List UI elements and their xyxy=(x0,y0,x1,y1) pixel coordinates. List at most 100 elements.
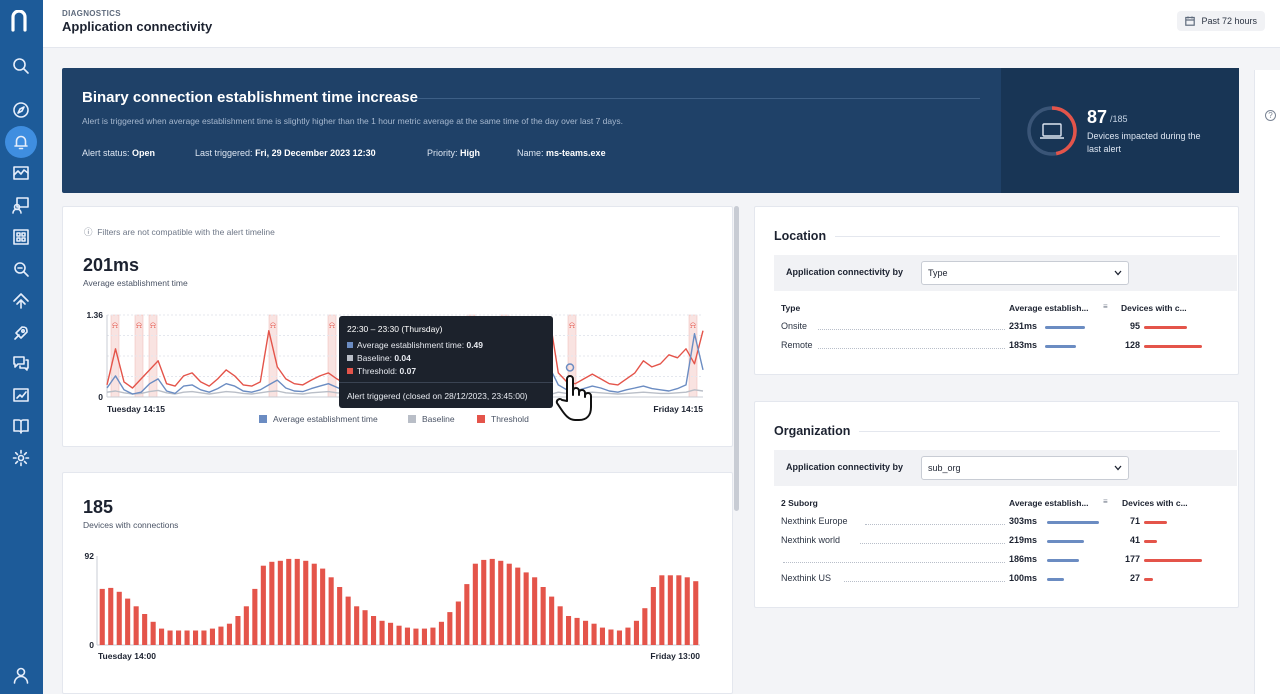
bar xyxy=(235,616,241,645)
column-avg-establishment[interactable]: Average establish... xyxy=(1009,303,1089,313)
bar xyxy=(583,620,589,645)
people-chart-icon[interactable] xyxy=(9,193,33,217)
alert-banner: Binary connection establishment time inc… xyxy=(62,68,1239,193)
remote-actions-icon[interactable] xyxy=(9,289,33,313)
dashboard-chart-icon[interactable] xyxy=(9,161,33,185)
avg-bar xyxy=(1047,578,1064,581)
devices-bar xyxy=(1144,345,1202,348)
row-devices-value: 71 xyxy=(1129,516,1140,526)
bar xyxy=(574,617,580,645)
bar xyxy=(320,568,326,645)
alert-bell-icon: ⍾ xyxy=(150,320,156,330)
tooltip-footer: Alert triggered (closed on 28/12/2023, 2… xyxy=(347,391,528,401)
devices-bar-chart[interactable]: 92 0 Tuesday 14:00 Friday 13:00 xyxy=(63,473,734,694)
row-name: Onsite xyxy=(781,321,808,331)
location-connectivity-by: Application connectivity by Type xyxy=(774,255,1237,291)
sort-icon[interactable]: ≡ xyxy=(1103,302,1108,311)
avg-bar xyxy=(1045,345,1076,348)
reports-icon[interactable] xyxy=(9,383,33,407)
bar xyxy=(226,623,232,645)
bar xyxy=(633,620,639,645)
applications-grid-icon[interactable] xyxy=(9,225,33,249)
column-type[interactable]: Type xyxy=(781,303,800,313)
alert-title: Binary connection establishment time inc… xyxy=(82,89,418,106)
bar xyxy=(269,561,275,645)
legend-baseline[interactable]: Baseline xyxy=(408,414,455,424)
column-devices[interactable]: Devices with c... xyxy=(1122,498,1188,508)
bar xyxy=(294,558,300,645)
legend-average[interactable]: Average establishment time xyxy=(259,414,378,424)
location-type-select[interactable]: Type xyxy=(921,261,1129,285)
timeframe-button[interactable]: Past 72 hours xyxy=(1177,11,1265,31)
row-name: Nexthink world xyxy=(781,535,841,545)
column-avg-establishment[interactable]: Average establish... xyxy=(1009,498,1089,508)
compass-icon[interactable] xyxy=(9,98,33,122)
bar xyxy=(523,572,529,645)
alert-bell-icon: ⍾ xyxy=(112,320,118,330)
sort-icon[interactable]: ≡ xyxy=(1103,497,1108,506)
bar xyxy=(260,565,266,645)
scrollbar[interactable] xyxy=(734,206,739,511)
bar xyxy=(150,621,156,645)
bar xyxy=(184,630,190,645)
library-book-icon[interactable] xyxy=(9,414,33,438)
settings-gear-icon[interactable] xyxy=(9,446,33,470)
row-dotted-leader xyxy=(818,348,1005,349)
bar xyxy=(413,628,419,645)
bar xyxy=(243,606,249,645)
devices-card: 185 Devices with connections 92 0 Tuesday … xyxy=(62,472,733,694)
bar xyxy=(396,625,402,645)
devices-bar xyxy=(1144,559,1202,562)
bar xyxy=(693,581,699,645)
legend-threshold[interactable]: Threshold xyxy=(477,414,529,424)
devices-bar xyxy=(1144,578,1153,581)
bar xyxy=(625,627,631,645)
location-connectivity-label: Application connectivity by xyxy=(786,267,904,277)
impacted-count: 87 xyxy=(1087,107,1108,127)
avg-bar xyxy=(1047,559,1079,562)
bar xyxy=(362,610,368,645)
row-devices-value: 27 xyxy=(1129,573,1140,583)
row-avg-value: 303ms xyxy=(1009,516,1038,526)
chart-tooltip: 22:30 – 23:30 (Thursday) Average establi… xyxy=(339,316,553,408)
tooltip-divider xyxy=(339,382,553,383)
bar xyxy=(345,596,351,645)
row-dotted-leader xyxy=(818,329,1005,330)
bar xyxy=(133,606,139,645)
rocket-icon[interactable] xyxy=(9,321,33,345)
help-icon[interactable]: ? xyxy=(1265,110,1276,121)
bar xyxy=(650,587,656,645)
devices-bar xyxy=(1144,521,1167,524)
x-end-label: Friday 14:15 xyxy=(653,404,703,414)
alert-last-triggered: Last triggered: Fri, 29 December 2023 12… xyxy=(195,148,376,158)
bar xyxy=(404,627,410,645)
bar xyxy=(684,577,690,645)
column-devices[interactable]: Devices with c... xyxy=(1121,303,1187,313)
bar xyxy=(252,588,258,645)
row-dotted-leader xyxy=(783,562,1005,563)
breadcrumb[interactable]: DIAGNOSTICS xyxy=(62,9,121,18)
row-avg-value: 186ms xyxy=(1009,554,1038,564)
location-panel: Location Application connectivity by Typ… xyxy=(754,206,1239,375)
y-max-label: 92 xyxy=(85,551,95,561)
row-devices-value: 128 xyxy=(1124,340,1140,350)
alert-bell-icon: ⍾ xyxy=(329,320,335,330)
avg-bar xyxy=(1047,540,1084,543)
device-search-icon[interactable] xyxy=(9,257,33,281)
campaigns-chat-icon[interactable] xyxy=(9,351,33,375)
alert-bell-icon: ⍾ xyxy=(136,320,142,330)
alert-name: Name: ms-teams.exe xyxy=(517,148,606,158)
nexthink-logo[interactable] xyxy=(10,10,32,32)
bar xyxy=(337,587,343,645)
organization-suborg-select[interactable]: sub_org xyxy=(921,456,1129,480)
bar xyxy=(286,558,292,645)
user-profile-icon[interactable] xyxy=(9,663,33,687)
search-icon[interactable] xyxy=(9,54,33,78)
tooltip-threshold: Threshold: 0.07 xyxy=(347,366,416,376)
row-avg-value: 183ms xyxy=(1009,340,1038,350)
organization-panel: Organization Application connectivity by… xyxy=(754,401,1239,608)
column-suborg[interactable]: 2 Suborg xyxy=(781,498,818,508)
alerts-bell-icon[interactable] xyxy=(5,126,37,158)
bar xyxy=(540,587,546,645)
bar xyxy=(506,563,512,645)
